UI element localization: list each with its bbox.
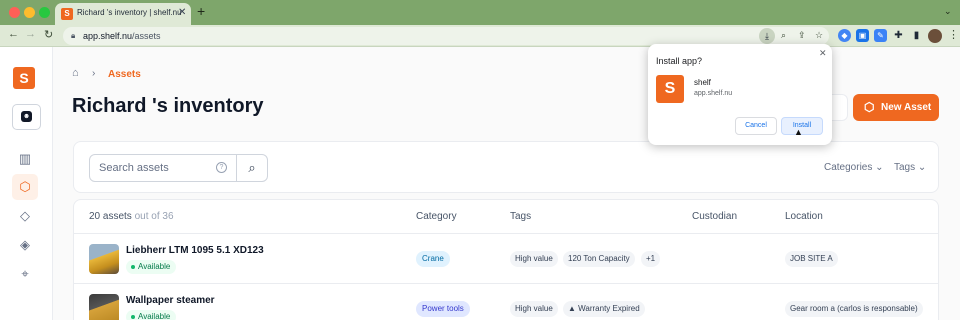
shelf-logo[interactable]: S	[13, 67, 35, 89]
asset-name[interactable]: Liebherr LTM 1095 5.1 XD123	[126, 245, 264, 256]
new-asset-label: New Asset	[881, 102, 932, 113]
app-url: app.shelf.nu	[694, 90, 733, 97]
cube-icon: ⬡	[864, 100, 875, 114]
browser-tab[interactable]: S Richard 's inventory | shelf.nu ✕	[55, 3, 191, 25]
share-icon[interactable]: ⇪	[798, 30, 806, 41]
install-app-dialog: Install app? ✕ S shelf app.shelf.nu Canc…	[648, 44, 832, 145]
breadcrumb-current[interactable]: Assets	[108, 69, 141, 80]
close-icon[interactable]: ✕	[819, 48, 827, 59]
workspace-switcher[interactable]: ☻	[12, 104, 41, 130]
app-logo: S	[656, 75, 684, 103]
tag-badge: ▲ Warranty Expired	[563, 301, 645, 317]
search-button[interactable]: ⌕	[236, 154, 268, 182]
browser-menu-icon[interactable]: ⋮	[948, 28, 959, 41]
status-badge: Available	[126, 260, 177, 274]
chart-icon: ▥	[18, 151, 32, 166]
extension-icon[interactable]: ◆	[838, 29, 851, 42]
tags-filter[interactable]: Tags ⌄	[894, 162, 926, 173]
help-icon[interactable]: ?	[216, 162, 227, 173]
tag-icon: ◇	[20, 208, 30, 223]
favicon-icon: S	[61, 8, 73, 20]
category-badge: Crane	[416, 251, 450, 267]
tab-strip: S Richard 's inventory | shelf.nu ✕ + ⌄	[0, 0, 960, 25]
address-bar[interactable]: 🔒︎ app.shelf.nu/assets ⤓ ⌕ ⇪ ☆	[63, 27, 829, 45]
url-text: app.shelf.nu/assets	[83, 31, 161, 41]
sidebar-item-dashboard[interactable]: ▥	[12, 146, 38, 172]
sidebar-item-locations[interactable]: ⌖	[12, 261, 38, 287]
mouse-cursor-icon: ▲	[794, 127, 803, 137]
new-tab-icon[interactable]: +	[197, 3, 205, 19]
home-icon[interactable]: ⌂	[72, 67, 79, 79]
lock-icon: 🔒︎	[71, 31, 76, 40]
tag-badge: 120 Ton Capacity	[563, 251, 635, 267]
location-pin-icon: ⌖	[21, 266, 29, 281]
forward-icon[interactable]: →	[25, 28, 36, 40]
sidebar-item-assets[interactable]: ⬡	[12, 174, 38, 200]
table-row[interactable]: Wallpaper steamer Available Power tools …	[74, 283, 938, 320]
maximize-window-button[interactable]	[39, 7, 50, 18]
column-header-category[interactable]: Category	[416, 211, 457, 222]
asset-name[interactable]: Wallpaper steamer	[126, 295, 215, 306]
tag-badge: High value	[510, 301, 558, 317]
column-header-location[interactable]: Location	[785, 211, 823, 222]
asset-thumbnail	[89, 244, 119, 274]
table-row[interactable]: Liebherr LTM 1095 5.1 XD123 Available Cr…	[74, 233, 938, 283]
tab-search-icon[interactable]: ⌄	[944, 6, 952, 17]
chevron-right-icon: ›	[92, 68, 96, 79]
cancel-button[interactable]: Cancel	[735, 117, 777, 135]
tab-title: Richard 's inventory | shelf.nu	[77, 8, 182, 17]
status-badge: Available	[126, 310, 177, 320]
search-input[interactable]	[89, 154, 237, 182]
tag-more-badge[interactable]: +1	[641, 251, 661, 267]
extension-icon[interactable]: ▣	[856, 29, 869, 42]
search-icon: ⌕	[248, 160, 256, 175]
chevron-down-icon: ⌄	[917, 162, 927, 173]
sidebar-item-categories[interactable]: ◇	[12, 203, 38, 229]
location-badge: JOB SITE A	[785, 251, 838, 267]
filter-bar: ? ⌕ Categories ⌄ Tags ⌄	[73, 141, 939, 193]
close-window-button[interactable]	[9, 7, 20, 18]
assets-count: 20 assets out of 36	[89, 211, 174, 222]
app-name: shelf	[694, 78, 711, 87]
install-app-icon[interactable]: ⤓	[759, 28, 775, 44]
location-badge: Gear room a (carlos is responsable)	[785, 301, 923, 317]
minimize-window-button[interactable]	[24, 7, 35, 18]
extensions-puzzle-icon[interactable]: ✚	[892, 29, 905, 42]
side-panel-icon[interactable]: ▮	[910, 29, 923, 42]
reload-icon[interactable]: ↻	[44, 28, 53, 41]
asset-thumbnail	[89, 294, 119, 320]
category-badge: Power tools	[416, 301, 470, 317]
workspace-icon: ☻	[21, 111, 32, 122]
page-title: Richard 's inventory	[72, 95, 264, 117]
zoom-icon[interactable]: ⌕	[781, 30, 786, 41]
bookmark-star-icon[interactable]: ☆	[815, 30, 823, 41]
close-tab-icon[interactable]: ✕	[178, 7, 186, 18]
column-header-tags[interactable]: Tags	[510, 211, 531, 222]
categories-filter[interactable]: Categories ⌄	[824, 162, 884, 173]
sidebar-item-tags[interactable]: ◈	[12, 232, 38, 258]
dialog-title: Install app?	[656, 56, 703, 66]
tags-icon: ◈	[20, 237, 30, 252]
profile-avatar[interactable]	[928, 29, 942, 43]
assets-table: 20 assets out of 36 Category Tags Custod…	[73, 199, 939, 320]
sidebar: S ☻ ▥ ⬡ ◇ ◈ ⌖	[0, 47, 53, 320]
back-icon[interactable]: ←	[8, 28, 19, 40]
extension-icon[interactable]: ✎	[874, 29, 887, 42]
tag-badge: High value	[510, 251, 558, 267]
chevron-down-icon: ⌄	[875, 162, 884, 173]
cube-icon: ⬡	[19, 179, 31, 194]
column-header-custodian[interactable]: Custodian	[692, 211, 737, 222]
new-asset-button[interactable]: ⬡ New Asset	[853, 94, 939, 121]
